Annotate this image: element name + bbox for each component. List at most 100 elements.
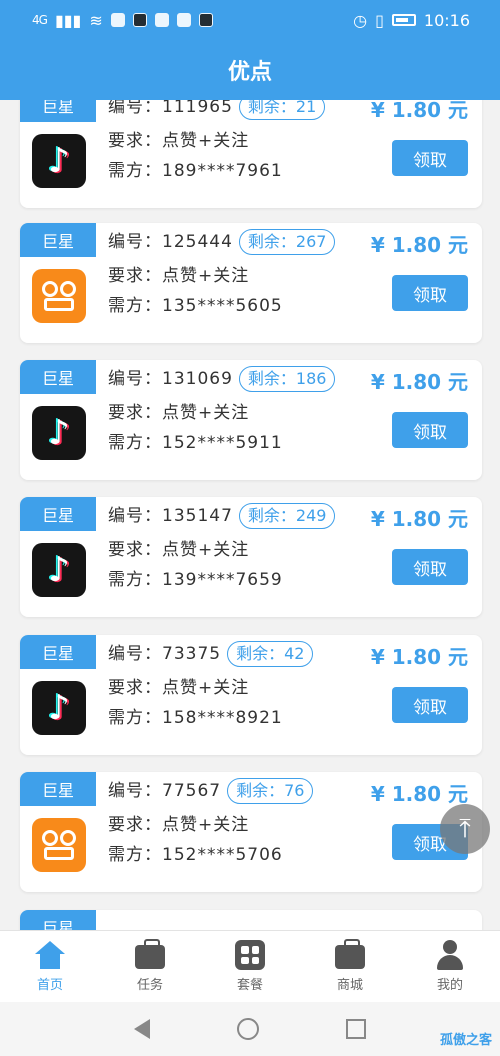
- task-requirement: 要求：点赞+关注: [108, 403, 250, 423]
- clock-time: 10:16: [423, 10, 470, 30]
- task-price: ¥ 1.80 元: [370, 100, 468, 122]
- task-buyer: 需方：139****7659: [108, 570, 283, 590]
- task-buyer: 需方：189****7961: [108, 161, 283, 181]
- tiktok-icon: ♪: [32, 681, 86, 735]
- task-id-line: 编号：135147 剩余：249: [108, 501, 336, 529]
- app-notification-icon: [154, 13, 169, 27]
- kuaishou-icon: [32, 818, 86, 872]
- tab-label: 首页: [36, 978, 63, 993]
- scroll-to-top-button[interactable]: ⤒: [440, 804, 490, 854]
- claim-button[interactable]: 领取: [392, 140, 468, 176]
- task-id-line: 编号：111965 剩余：21: [108, 100, 326, 120]
- platform-tag: 巨星: [20, 772, 96, 806]
- tiktok-icon: ♪: [32, 406, 86, 460]
- task-price: ¥ 1.80 元: [370, 507, 468, 531]
- remaining-badge: 剩余：21: [238, 100, 326, 120]
- task-card: 巨星 编号：77567 剩余：76 要求：点赞+关注 需方：152****5706…: [20, 772, 482, 892]
- task-id: 131069: [162, 369, 233, 389]
- remaining-badge: 剩余：249: [238, 503, 336, 529]
- task-id: 125444: [162, 232, 233, 252]
- wifi-icon: ≋: [89, 10, 103, 30]
- platform-tag: 巨星: [20, 223, 96, 257]
- task-id: 77567: [162, 781, 222, 801]
- tab-home[interactable]: 首页: [0, 931, 100, 1002]
- task-id-label: 编号：: [108, 369, 162, 389]
- capcut-notification-icon: [198, 13, 213, 27]
- platform-tag: 巨星: [20, 910, 96, 930]
- briefcase-icon: [134, 939, 166, 970]
- task-buyer: 需方：152****5706: [108, 845, 283, 865]
- tab-mall[interactable]: 商城: [300, 931, 400, 1002]
- task-price: ¥ 1.80 元: [370, 782, 468, 806]
- task-card: 巨星 ♪ 编号：135147 剩余：249 要求：点赞+关注 需方：139****…: [20, 497, 482, 617]
- task-price: ¥ 1.80 元: [370, 233, 468, 257]
- remaining-badge: 剩余：267: [238, 229, 336, 255]
- app-header: 优点: [0, 40, 500, 100]
- task-list[interactable]: 巨星 ♪ 编号：111965 剩余：21 要求：点赞+关注 需方：189****7…: [0, 100, 500, 930]
- task-buyer: 需方：158****8921: [108, 708, 283, 728]
- wechat-notification-icon: [110, 13, 125, 27]
- tab-label: 我的: [436, 978, 463, 993]
- recent-apps-icon[interactable]: [346, 1019, 367, 1039]
- platform-tag: 巨星: [20, 100, 96, 122]
- shop-bag-icon: [334, 939, 366, 970]
- task-requirement: 要求：点赞+关注: [108, 540, 250, 560]
- task-id-label: 编号：: [108, 232, 162, 252]
- claim-button[interactable]: 领取: [392, 412, 468, 448]
- alarm-icon: ◷: [353, 10, 368, 30]
- tab-profile[interactable]: 我的: [400, 931, 500, 1002]
- battery-icon: [391, 14, 416, 26]
- task-id-line: 编号：77567 剩余：76: [108, 776, 314, 804]
- remaining-badge: 剩余：186: [238, 366, 336, 392]
- task-id: 73375: [162, 644, 222, 664]
- app-notification-icon-2: [176, 13, 191, 27]
- task-id-line: 编号：131069 剩余：186: [108, 364, 336, 392]
- tab-tasks[interactable]: 任务: [100, 931, 200, 1002]
- task-requirement: 要求：点赞+关注: [108, 678, 250, 698]
- task-price: ¥ 1.80 元: [370, 645, 468, 669]
- person-icon: [434, 940, 466, 970]
- task-card-partial: 巨星: [20, 910, 482, 930]
- task-id-label: 编号：: [108, 100, 162, 117]
- task-requirement: 要求：点赞+关注: [108, 815, 250, 835]
- signal-indicator: 4G: [32, 13, 48, 27]
- remaining-badge: 剩余：42: [227, 641, 314, 667]
- tab-packages[interactable]: 套餐: [200, 931, 300, 1002]
- watermark: 孤傲之客: [439, 1033, 492, 1048]
- bottom-tab-bar: 首页 任务 套餐 商城 我的: [0, 930, 500, 1002]
- claim-button[interactable]: 领取: [392, 687, 468, 723]
- home-icon: [34, 940, 66, 970]
- platform-tag: 巨星: [20, 497, 96, 531]
- arrow-up-icon: ⤒: [459, 813, 471, 844]
- home-circle-icon[interactable]: [236, 1018, 259, 1040]
- kuaishou-icon: [32, 269, 86, 323]
- remaining-badge: 剩余：76: [227, 778, 314, 804]
- signal-bars-icon: ▮▮▮: [54, 10, 82, 30]
- back-icon[interactable]: [133, 1019, 150, 1039]
- tab-label: 任务: [136, 978, 163, 993]
- claim-button[interactable]: 领取: [392, 275, 468, 311]
- tab-label: 套餐: [236, 978, 263, 993]
- status-bar: 4G ▮▮▮ ≋ ◷ ▯ 10:16: [0, 0, 500, 40]
- task-id-line: 编号：125444 剩余：267: [108, 227, 336, 255]
- task-id-line: 编号：73375 剩余：42: [108, 639, 314, 667]
- tiktok-icon: ♪: [32, 543, 86, 597]
- grid-icon: [234, 940, 266, 970]
- task-price: ¥ 1.80 元: [370, 370, 468, 394]
- task-card: 巨星 ♪ 编号：111965 剩余：21 要求：点赞+关注 需方：189****7…: [20, 100, 482, 208]
- task-buyer: 需方：152****5911: [108, 433, 283, 453]
- page-title: 优点: [227, 60, 272, 85]
- task-id: 111965: [162, 100, 233, 117]
- task-id-label: 编号：: [108, 781, 162, 801]
- tiktok-notification-icon: [132, 13, 147, 27]
- task-requirement: 要求：点赞+关注: [108, 131, 250, 151]
- tiktok-icon: ♪: [32, 134, 86, 188]
- task-buyer: 需方：135****5605: [108, 296, 283, 316]
- claim-button[interactable]: 领取: [392, 549, 468, 585]
- platform-tag: 巨星: [20, 360, 96, 394]
- task-card: 巨星 ♪ 编号：131069 剩余：186 要求：点赞+关注 需方：152****…: [20, 360, 482, 480]
- task-id-label: 编号：: [108, 506, 162, 526]
- tab-label: 商城: [336, 978, 363, 993]
- task-id-label: 编号：: [108, 644, 162, 664]
- system-nav-bar: 孤傲之客: [0, 1002, 500, 1056]
